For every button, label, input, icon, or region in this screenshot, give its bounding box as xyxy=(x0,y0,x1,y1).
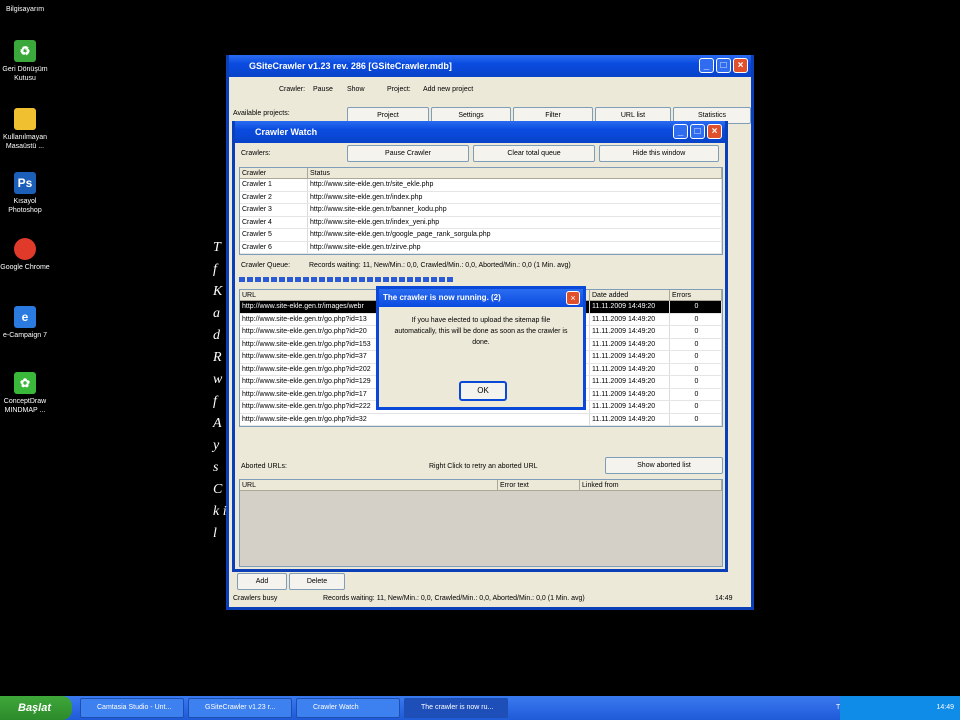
col-date-added[interactable]: Date added xyxy=(590,290,670,300)
taskbar-item-dialog[interactable]: The crawler is now ru... xyxy=(404,698,508,718)
table-row[interactable]: Crawler 2 http://www.site-ekle.gen.tr/ind… xyxy=(240,191,722,204)
col-linked-from[interactable]: Linked from xyxy=(580,480,722,490)
toolbar-crawler-label: Crawler: xyxy=(279,86,306,93)
queue-progress xyxy=(239,277,455,282)
folder-icon xyxy=(14,108,36,130)
queue-label: Crawler Queue: xyxy=(241,262,291,269)
status-time: 14:49 xyxy=(715,595,733,602)
clear-queue-button[interactable]: Clear total queue xyxy=(473,145,595,162)
pause-crawler-button[interactable]: Pause Crawler xyxy=(347,145,469,162)
crawler-running-dialog: The crawler is now running. (2) × If you… xyxy=(376,286,586,410)
minimize-button[interactable]: _ xyxy=(699,58,714,73)
show-aborted-button[interactable]: Show aborted list xyxy=(605,457,723,474)
queue-stats: Records waiting: 11, New/Min.: 0,0, Craw… xyxy=(309,262,571,269)
window-title: GSiteCrawler v1.23 rev. 286 [GSiteCrawle… xyxy=(249,61,452,71)
col-crawler[interactable]: Crawler xyxy=(240,168,308,178)
table-row[interactable]: Crawler 5 http://www.site-ekle.gen.tr/goo… xyxy=(240,229,722,242)
dialog-ok-button[interactable]: OK xyxy=(459,381,507,401)
maximize-button[interactable]: □ xyxy=(716,58,731,73)
add-button[interactable]: Add xyxy=(237,573,287,590)
close-button[interactable]: × xyxy=(733,58,748,73)
desktop-icon-label: Kısayol Photoshop xyxy=(8,198,42,214)
desktop-icon-label: ConceptDraw MINDMAP ... xyxy=(3,398,47,414)
table-row[interactable]: http://www.site-ekle.gen.tr/go.php?id=32… xyxy=(240,413,722,426)
main-titlebar[interactable]: GSiteCrawler v1.23 rev. 286 [GSiteCrawle… xyxy=(229,55,751,77)
table-row[interactable]: Crawler 6 http://www.site-ekle.gen.tr/zir… xyxy=(240,241,722,254)
crawlers-label: Crawlers: xyxy=(241,150,271,157)
toolbar-pause-button[interactable]: Pause xyxy=(313,86,333,93)
desktop-icon-label: e-Campaign 7 xyxy=(3,332,47,339)
minimize-button[interactable]: _ xyxy=(673,124,688,139)
status-left: Crawlers busy xyxy=(233,595,278,602)
maximize-button[interactable]: □ xyxy=(690,124,705,139)
ecampaign-icon: e xyxy=(14,306,36,328)
chrome-icon xyxy=(14,238,36,260)
recycle-bin-icon: ♻ xyxy=(14,40,36,62)
status-middle: Records waiting: 11, New/Min.: 0,0, Craw… xyxy=(323,595,585,602)
photoshop-icon: Ps xyxy=(14,172,36,194)
desktop-icon-chrome[interactable]: Google Chrome xyxy=(0,238,50,272)
col-url[interactable]: URL xyxy=(240,480,498,490)
toolbar-add-project-button[interactable]: Add new project xyxy=(423,86,473,93)
delete-button[interactable]: Delete xyxy=(289,573,345,590)
crawler-watch-titlebar[interactable]: Crawler Watch _ □ × xyxy=(235,121,725,143)
dialog-message: If you have elected to upload the sitema… xyxy=(394,317,568,346)
col-status[interactable]: Status xyxy=(308,168,722,178)
desktop-icon-label: Geri Dönüşüm Kutusu xyxy=(2,66,48,82)
desktop-icon-conceptdraw[interactable]: ✿ ConceptDraw MINDMAP ... xyxy=(0,372,50,415)
table-row[interactable]: Crawler 3 http://www.site-ekle.gen.tr/ban… xyxy=(240,204,722,217)
toolbar-show-button[interactable]: Show xyxy=(347,86,365,93)
start-button[interactable]: Başlat xyxy=(0,696,72,720)
taskbar-item-crawler-watch[interactable]: Crawler Watch xyxy=(296,698,400,718)
aborted-label: Aborted URLs: xyxy=(241,463,287,470)
taskbar-item-gsitecrawler[interactable]: GSiteCrawler v1.23 r... xyxy=(188,698,292,718)
crawlers-table: Crawler Status Crawler 1 http://www.site-… xyxy=(239,167,723,255)
desktop-icon-folder[interactable]: Kullanılmayan Masaüstü ... xyxy=(0,108,50,151)
hide-window-button[interactable]: Hide this window xyxy=(599,145,719,162)
taskbar: Başlat Camtasia Studio - Unt... GSiteCra… xyxy=(0,696,960,720)
table-row[interactable]: Crawler 1 http://www.site-ekle.gen.tr/sit… xyxy=(240,179,722,192)
clock[interactable]: 14:49 xyxy=(936,704,954,711)
available-projects-label: Available projects: xyxy=(233,110,290,117)
desktop-icon-photoshop[interactable]: Ps Kısayol Photoshop xyxy=(0,172,50,215)
toolbar-project-label: Project: xyxy=(387,86,411,93)
aborted-hint: Right Click to retry an aborted URL xyxy=(429,463,538,470)
table-row[interactable]: Crawler 4 http://www.site-ekle.gen.tr/ind… xyxy=(240,216,722,229)
aborted-table: URL Error text Linked from xyxy=(239,479,723,567)
desktop-icon-ecampaign[interactable]: e e-Campaign 7 xyxy=(0,306,50,340)
col-errors[interactable]: Errors xyxy=(670,290,722,300)
col-error-text[interactable]: Error text xyxy=(498,480,580,490)
dialog-title[interactable]: The crawler is now running. (2) xyxy=(379,289,583,307)
dialog-close-button[interactable]: × xyxy=(566,291,580,305)
system-tray: 14:49 xyxy=(840,696,960,720)
conceptdraw-icon: ✿ xyxy=(14,372,36,394)
desktop-icon-label: Kullanılmayan Masaüstü ... xyxy=(3,134,47,150)
crawler-watch-title: Crawler Watch xyxy=(255,127,318,137)
desktop-icon-label: Google Chrome xyxy=(0,264,50,271)
taskbar-item-camtasia[interactable]: Camtasia Studio - Unt... xyxy=(80,698,184,718)
side-text-strip: T f K a d R w f A y s C k il xyxy=(213,240,227,541)
desktop-label-computer[interactable]: Bilgisayarım xyxy=(2,6,48,13)
close-button[interactable]: × xyxy=(707,124,722,139)
desktop-icon-recycle-bin[interactable]: ♻ Geri Dönüşüm Kutusu xyxy=(0,40,50,83)
